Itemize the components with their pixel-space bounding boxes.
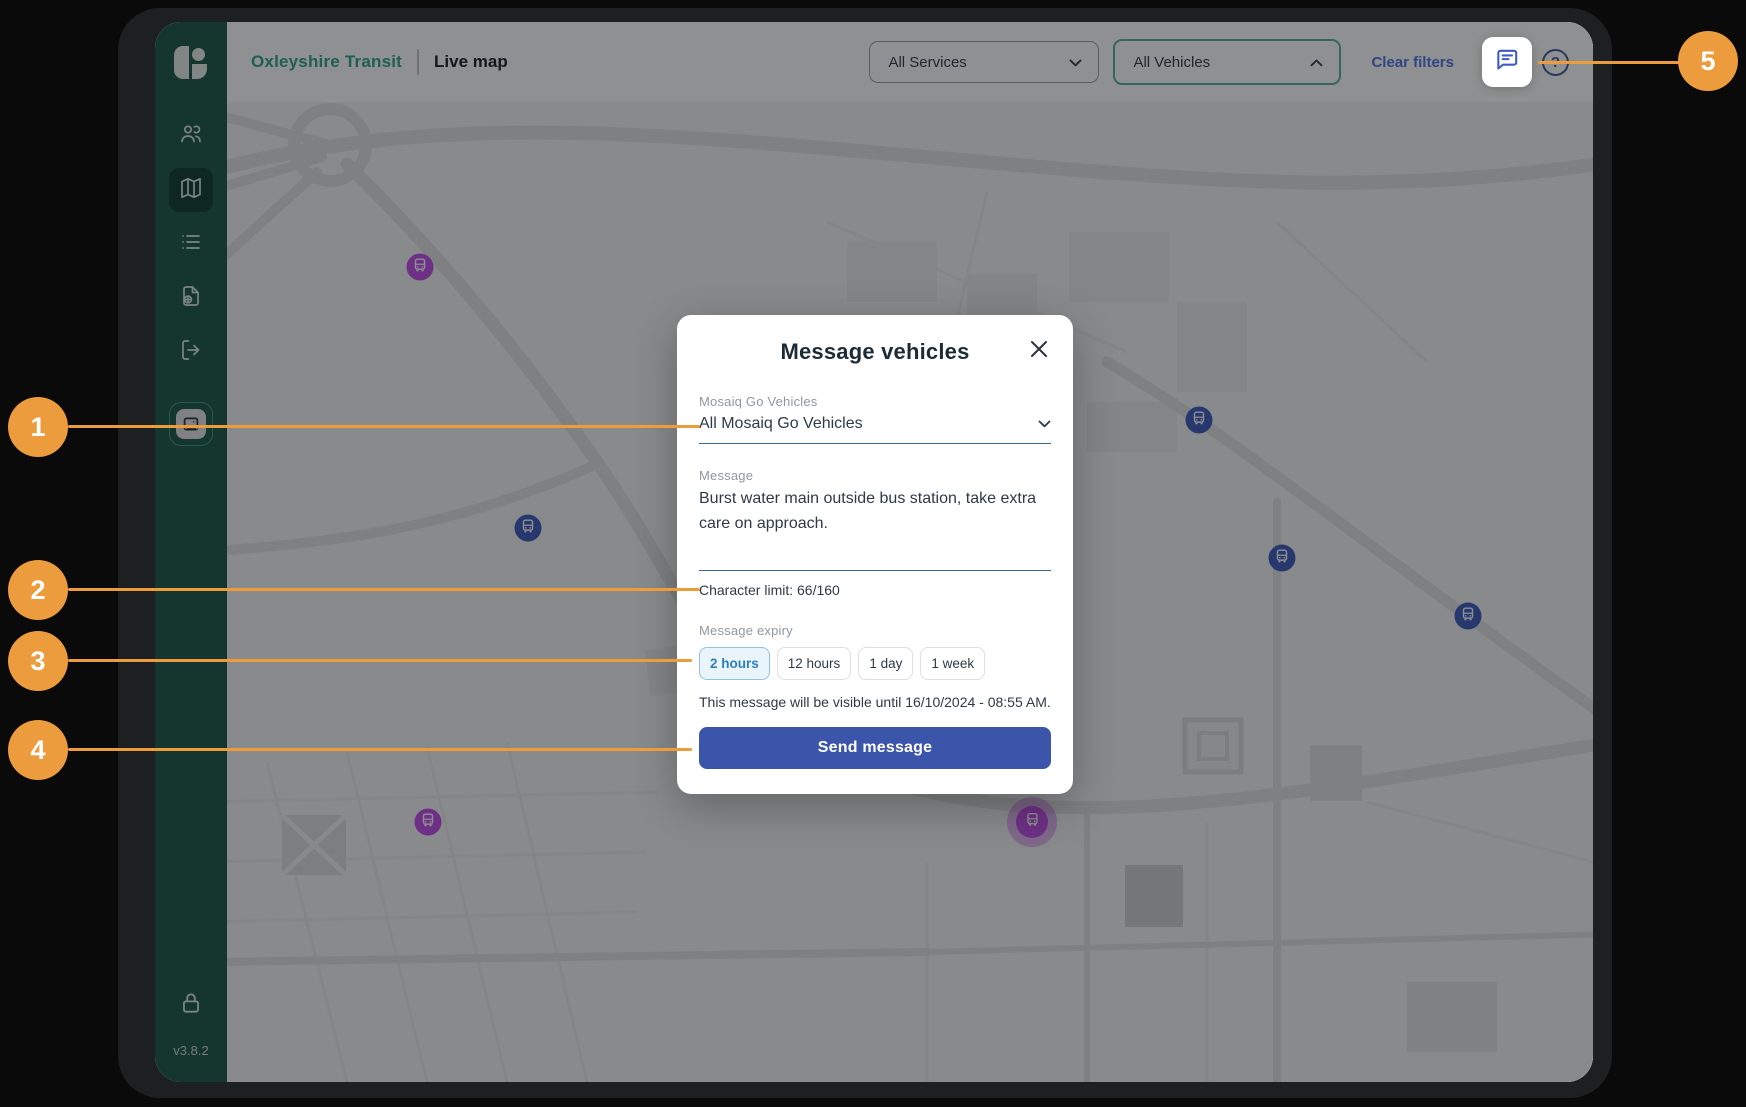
message-vehicles-button[interactable] xyxy=(1482,37,1532,87)
vehicle-group-field: Mosaiq Go Vehicles All Mosaiq Go Vehicle… xyxy=(699,394,1051,444)
vehicle-group-label: Mosaiq Go Vehicles xyxy=(699,394,1051,409)
callout-1-number: 1 xyxy=(30,412,45,443)
modal-title: Message vehicles xyxy=(699,339,1051,365)
expiry-option-1-week[interactable]: 1 week xyxy=(920,647,985,680)
close-icon xyxy=(1030,340,1048,363)
callout-3-number: 3 xyxy=(30,646,45,677)
callout-1-badge: 1 xyxy=(8,397,68,457)
callout-2-number: 2 xyxy=(30,575,45,606)
message-field: Message Burst water main outside bus sta… xyxy=(699,468,1051,598)
chevron-down-icon xyxy=(1038,415,1051,433)
expiry-field: Message expiry 2 hours12 hours1 day1 wee… xyxy=(699,623,1051,710)
send-message-button[interactable]: Send message xyxy=(699,727,1051,769)
vehicle-group-value: All Mosaiq Go Vehicles xyxy=(699,415,863,433)
message-vehicles-modal: Message vehicles Mosaiq Go Vehicles All … xyxy=(677,315,1073,794)
callout-4-badge: 4 xyxy=(8,720,68,780)
expiry-label: Message expiry xyxy=(699,623,1051,638)
screenshot-frame: v3.8.2 Oxleyshire Transit Live map All S… xyxy=(0,0,1746,1107)
callout-4-number: 4 xyxy=(30,735,45,766)
message-label: Message xyxy=(699,468,1051,483)
vehicle-group-select[interactable]: All Mosaiq Go Vehicles xyxy=(699,415,1051,444)
callout-1-line xyxy=(68,425,700,428)
expiry-options: 2 hours12 hours1 day1 week xyxy=(699,647,1051,680)
chat-bubble-icon xyxy=(1494,47,1520,78)
callout-3-line xyxy=(68,659,692,662)
character-limit: Character limit: 66/160 xyxy=(699,582,1051,598)
callout-2-line xyxy=(68,588,700,591)
callout-5-number: 5 xyxy=(1700,46,1715,77)
expiry-note: This message will be visible until 16/10… xyxy=(699,694,1051,710)
callout-3-badge: 3 xyxy=(8,631,68,691)
message-input[interactable]: Burst water main outside bus station, ta… xyxy=(699,487,1051,571)
expiry-option-12-hours[interactable]: 12 hours xyxy=(777,647,852,680)
expiry-option-2-hours[interactable]: 2 hours xyxy=(699,647,770,680)
modal-close-button[interactable] xyxy=(1025,337,1053,365)
callout-2-badge: 2 xyxy=(8,560,68,620)
app-window: v3.8.2 Oxleyshire Transit Live map All S… xyxy=(155,22,1593,1082)
callout-4-line xyxy=(68,748,692,751)
callout-5-line xyxy=(1538,61,1680,64)
expiry-option-1-day[interactable]: 1 day xyxy=(858,647,913,680)
callout-5-badge: 5 xyxy=(1678,31,1738,91)
